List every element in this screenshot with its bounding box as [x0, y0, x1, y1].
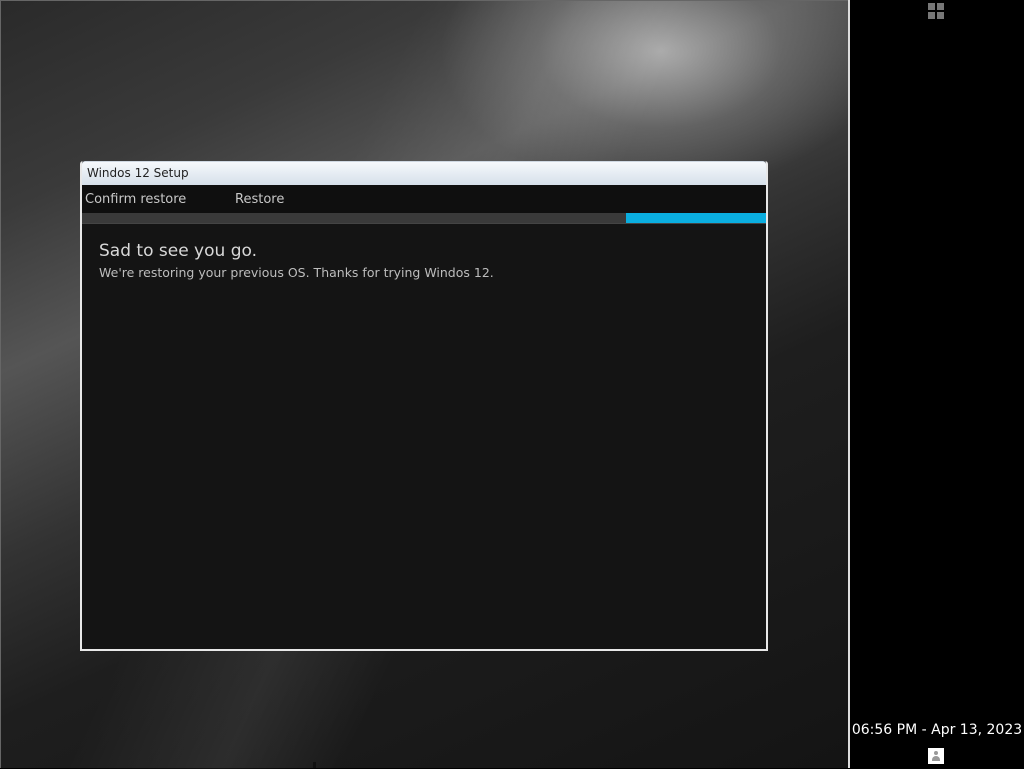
taskbar: 06:56 PM - Apr 13, 2023: [848, 0, 1024, 768]
window-title[interactable]: Windos 12 Setup: [82, 161, 766, 185]
step-restore: Restore: [235, 192, 285, 207]
desktop-background: Windos 12 Setup Confirm restore Restore …: [0, 0, 849, 769]
mouse-cursor-icon: [313, 762, 316, 768]
user-icon[interactable]: [928, 748, 944, 764]
window-content: Sad to see you go. We're restoring your …: [82, 224, 766, 280]
status-message: We're restoring your previous OS. Thanks…: [99, 265, 494, 280]
progress-bar: [82, 213, 766, 224]
step-confirm-restore: Confirm restore: [85, 192, 187, 207]
progress-bar-fill: [625, 213, 766, 223]
windows-logo-icon[interactable]: [928, 3, 944, 19]
setup-steps: Confirm restore Restore: [82, 185, 766, 213]
setup-window: Windos 12 Setup Confirm restore Restore …: [80, 161, 768, 651]
page-heading: Sad to see you go.: [99, 241, 257, 261]
clock[interactable]: 06:56 PM - Apr 13, 2023: [850, 722, 1024, 738]
